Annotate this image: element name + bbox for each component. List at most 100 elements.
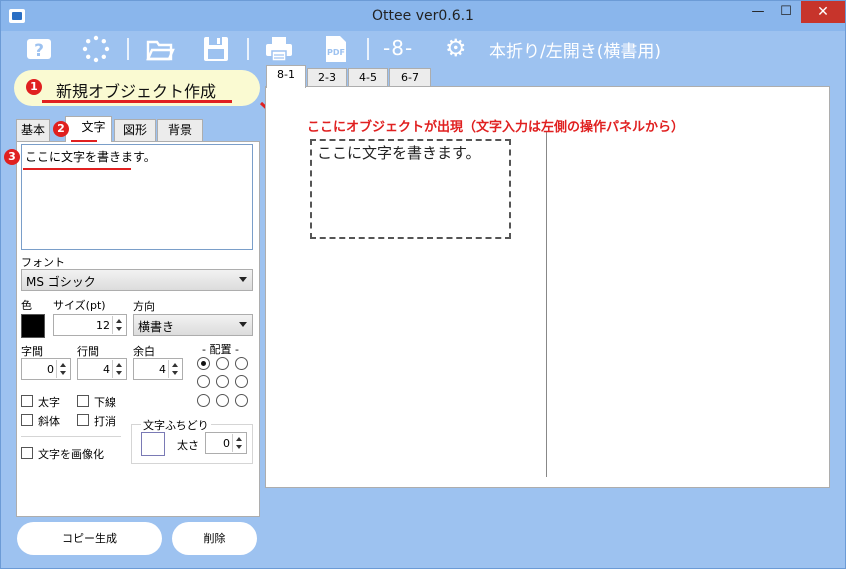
direction-label: 方向 (133, 300, 155, 313)
chevron-down-icon (239, 322, 247, 327)
line-spacing-stepper[interactable]: 4 (77, 358, 127, 380)
spin-buttons[interactable] (112, 360, 125, 378)
char-spacing-value: 0 (47, 363, 54, 376)
text-color-swatch[interactable] (21, 314, 45, 338)
gear-icon[interactable]: ⚙ (445, 35, 467, 61)
up-arrow-icon (116, 319, 122, 323)
svg-text:PDF: PDF (327, 48, 345, 57)
bold-label: 太字 (38, 396, 60, 409)
char-spacing-label: 字間 (21, 345, 43, 358)
new-object-button[interactable]: 1 新規オブジェクト作成 (14, 70, 260, 106)
save-icon[interactable] (201, 34, 231, 64)
margin-stepper[interactable]: 4 (133, 358, 183, 380)
toolbar-separator (127, 38, 129, 60)
spin-buttons[interactable] (168, 360, 181, 378)
italic-label: 斜体 (38, 415, 60, 428)
step-badge-1: 1 (26, 79, 42, 95)
down-arrow-icon (236, 445, 242, 449)
current-page-indicator: -8- (383, 36, 414, 60)
highlight-underline (71, 140, 97, 142)
highlight-underline (23, 168, 131, 170)
spin-buttons[interactable] (112, 316, 125, 334)
copy-create-button[interactable]: コピー生成 (17, 522, 162, 555)
align-top-center-radio[interactable] (216, 357, 229, 370)
underline-checkbox[interactable] (77, 395, 89, 407)
align-middle-right-radio[interactable] (235, 375, 248, 388)
fringe-thickness-stepper[interactable]: 0 (205, 432, 247, 454)
help-icon[interactable]: ? (24, 34, 54, 64)
up-arrow-icon (236, 437, 242, 441)
down-arrow-icon (60, 371, 66, 375)
pdf-export-icon[interactable]: PDF (321, 34, 351, 64)
up-arrow-icon (116, 363, 122, 367)
direction-select-value: 横書き (138, 320, 175, 334)
line-spacing-label: 行間 (77, 345, 99, 358)
size-stepper[interactable]: 12 (53, 314, 127, 336)
color-label: 色 (21, 299, 32, 312)
open-folder-icon[interactable] (145, 34, 175, 64)
section-divider (21, 436, 121, 437)
align-top-left-radio[interactable] (197, 357, 210, 370)
spin-buttons[interactable] (56, 360, 69, 378)
app-window: Ottee ver0.6.1 — ☐ ✕ ? PDF -8- ⚙ 本折り/左開き… (0, 0, 846, 569)
text-object-content: ここに文字を書きます。 (317, 144, 481, 162)
tab-text[interactable]: 文字 (65, 116, 112, 142)
text-input-area[interactable]: ここに文字を書きます。 (21, 144, 253, 250)
font-select[interactable]: MS ゴシック (21, 269, 253, 291)
svg-text:?: ? (34, 41, 44, 61)
window-title: Ottee ver0.6.1 (372, 8, 474, 24)
chevron-down-icon (239, 277, 247, 282)
tab-basic[interactable]: 基本 (16, 119, 50, 141)
align-bottom-right-radio[interactable] (235, 394, 248, 407)
fringe-label: 文字ふちどり (141, 417, 211, 433)
strikethrough-label: 打消 (94, 415, 116, 428)
page-tab-4-5[interactable]: 4-5 (348, 68, 388, 88)
page-tab-8-1[interactable]: 8-1 (266, 65, 306, 88)
spin-buttons[interactable] (232, 434, 245, 452)
size-value: 12 (96, 319, 110, 332)
margin-value: 4 (159, 363, 166, 376)
rasterize-checkbox[interactable] (21, 447, 33, 459)
page-spread-divider (546, 132, 547, 477)
minimize-button[interactable]: — (744, 1, 772, 23)
maximize-button[interactable]: ☐ (772, 1, 800, 23)
direction-select[interactable]: 横書き (133, 314, 253, 336)
new-object-label: 新規オブジェクト作成 (56, 82, 217, 101)
align-top-right-radio[interactable] (235, 357, 248, 370)
line-spacing-value: 4 (103, 363, 110, 376)
char-spacing-stepper[interactable]: 0 (21, 358, 71, 380)
close-button[interactable]: ✕ (801, 1, 845, 23)
property-panel: 基本 文字 2 図形 背景 ここに文字を書きます。 フォント MS ゴシック 色… (4, 113, 262, 520)
fringe-color-swatch[interactable] (141, 432, 165, 456)
font-label: フォント (21, 256, 65, 269)
page-tab-2-3[interactable]: 2-3 (307, 68, 347, 88)
italic-checkbox[interactable] (21, 414, 33, 426)
step-badge-3: 3 (4, 149, 20, 165)
highlight-underline (42, 100, 232, 103)
tab-shape[interactable]: 図形 (114, 119, 156, 141)
toolbar: ? PDF -8- ⚙ 本折り/左開き(横書用) (1, 31, 845, 67)
align-bottom-center-radio[interactable] (216, 394, 229, 407)
align-middle-left-radio[interactable] (197, 375, 210, 388)
delete-button[interactable]: 削除 (172, 522, 257, 555)
fringe-thickness-label: 太さ (177, 439, 199, 452)
spinner-icon[interactable] (81, 34, 111, 64)
down-arrow-icon (172, 371, 178, 375)
margin-label: 余白 (133, 345, 155, 358)
annotation-text: ここにオブジェクトが出現（文字入力は左側の操作パネルから） (307, 120, 685, 135)
strikethrough-checkbox[interactable] (77, 414, 89, 426)
text-tab-body: ここに文字を書きます。 フォント MS ゴシック 色 サイズ(pt) 12 方向… (16, 141, 260, 517)
text-object[interactable]: ここに文字を書きます。 (310, 139, 511, 239)
print-icon[interactable] (264, 34, 294, 64)
toolbar-separator (367, 38, 369, 60)
down-arrow-icon (116, 371, 122, 375)
align-bottom-left-radio[interactable] (197, 394, 210, 407)
toolbar-separator (247, 38, 249, 60)
bold-checkbox[interactable] (21, 395, 33, 407)
fringe-thickness-value: 0 (223, 437, 230, 450)
align-middle-center-radio[interactable] (216, 375, 229, 388)
tab-background[interactable]: 背景 (157, 119, 203, 141)
page-tab-6-7[interactable]: 6-7 (389, 68, 431, 88)
size-label: サイズ(pt) (53, 299, 106, 312)
rasterize-label: 文字を画像化 (38, 448, 104, 461)
